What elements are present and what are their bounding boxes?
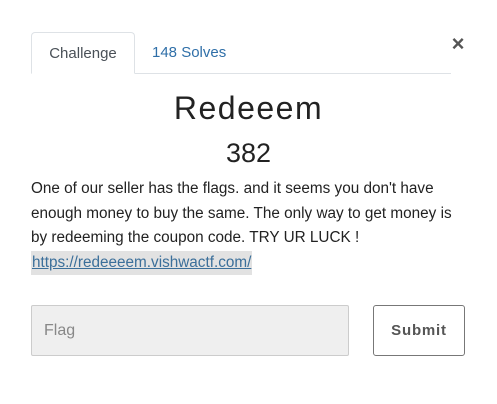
tab-solves[interactable]: 148 Solves: [136, 32, 242, 74]
description-text: One of our seller has the flags. and it …: [31, 180, 452, 246]
challenge-points: 382: [225, 138, 272, 168]
submit-button[interactable]: Submit: [373, 305, 465, 356]
challenge-description: One of our seller has the flags. and it …: [31, 177, 471, 275]
challenge-title: Redeeem: [173, 90, 324, 126]
challenge-tabs: Challenge 148 Solves: [31, 32, 451, 74]
flag-input[interactable]: [31, 305, 349, 356]
close-icon[interactable]: ×: [449, 32, 467, 56]
challenge-modal: × Challenge 148 Solves Redeeem 382 One o…: [0, 0, 497, 404]
challenge-link[interactable]: https://redeeeem.vishwactf.com/: [31, 250, 253, 275]
tab-challenge[interactable]: Challenge: [31, 32, 135, 74]
